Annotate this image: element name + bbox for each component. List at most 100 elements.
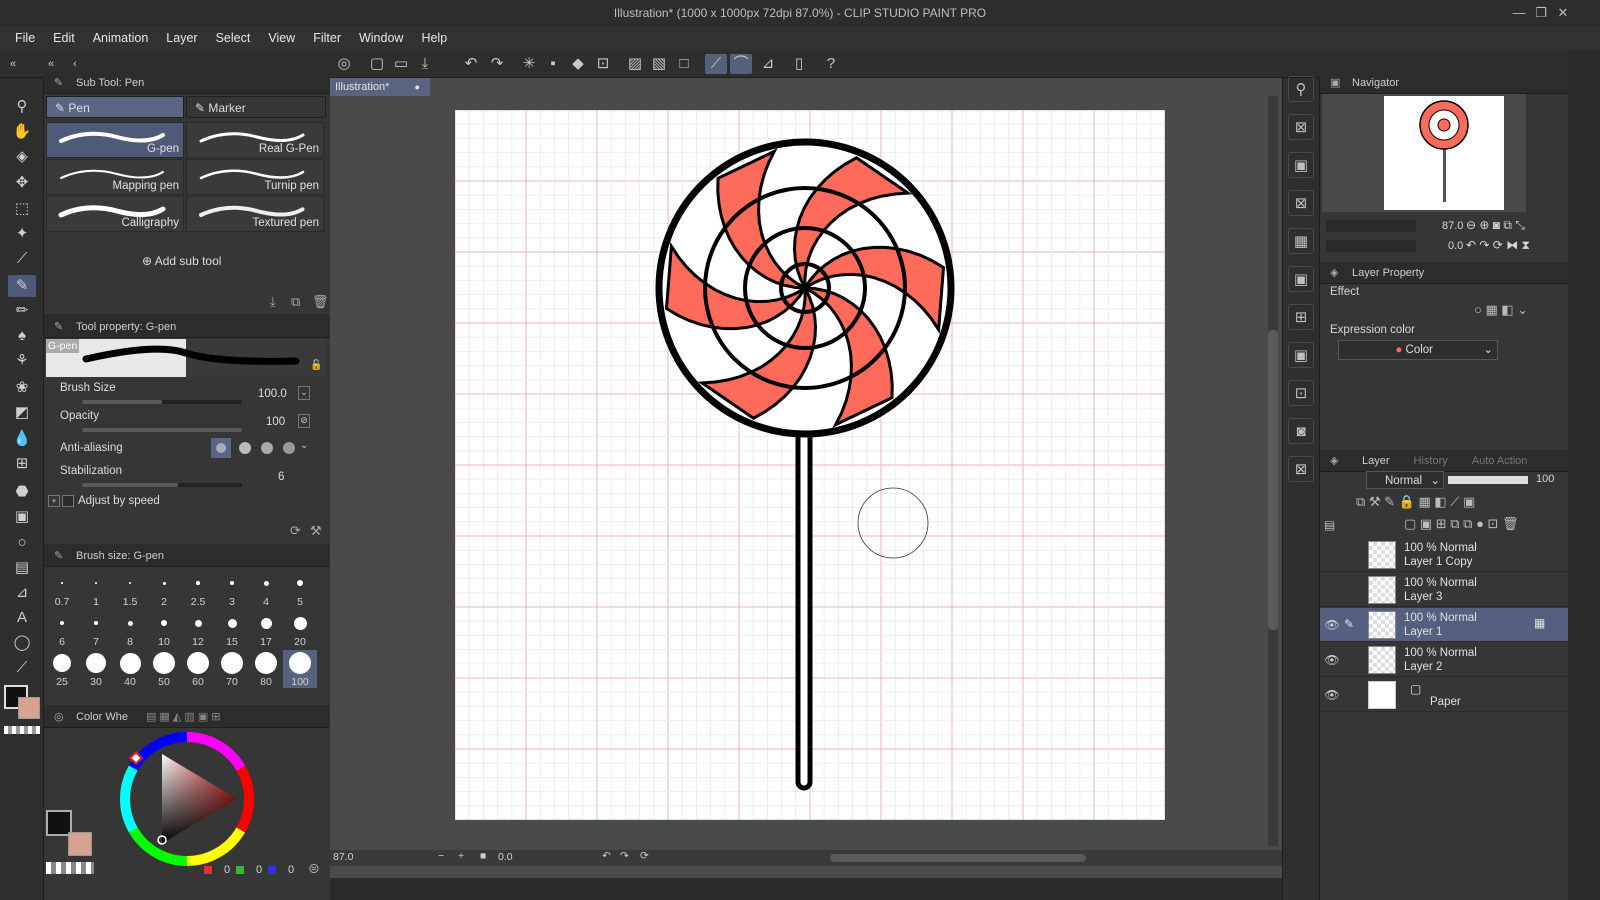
anti-aliasing-weak-option[interactable] (211, 438, 231, 458)
crop-icon[interactable]: ⊡ (592, 54, 614, 74)
blend-tool-icon[interactable]: 💧 (8, 428, 36, 450)
reset-rotation-icon[interactable]: ⟳ (640, 850, 649, 862)
navigator-angle-value[interactable]: 0.0 (1448, 240, 1463, 252)
brush-g-pen[interactable]: G-pen (46, 122, 184, 158)
frame-tool-icon[interactable]: ▤ (8, 557, 36, 579)
fit-icon[interactable]: ■ (480, 850, 486, 862)
zoom-value[interactable]: 87.0 (333, 851, 353, 863)
lock-icon[interactable]: 🔓 (310, 360, 322, 371)
effect-icons[interactable]: ○ ▦ ◧ ⌄ (1474, 302, 1528, 318)
fill-icon[interactable]: ◆ (567, 54, 589, 74)
pen-tool-icon[interactable]: ✎ (8, 275, 36, 297)
layer-opacity-slider[interactable] (1448, 476, 1528, 484)
close-button[interactable]: ✕ (1552, 0, 1574, 26)
blend-mode-dropdown[interactable]: Normal ⌄ (1366, 471, 1444, 489)
brush-size-preset[interactable]: 17 (249, 610, 283, 648)
brush-size-slider[interactable] (82, 400, 242, 404)
trash-icon[interactable]: 🗑 (312, 294, 329, 310)
selection-icon[interactable]: ▨ (624, 54, 646, 74)
material-icon-5[interactable]: ▣ (1288, 266, 1314, 292)
sub-color-box[interactable] (68, 832, 92, 856)
brush-size-preset[interactable]: 60 (181, 650, 215, 688)
rotate-left-icon[interactable]: ↶ (602, 850, 611, 862)
device-icon[interactable]: ▯ (788, 54, 810, 74)
transparent-color-box[interactable] (46, 862, 94, 874)
anti-aliasing-strongest-option[interactable] (279, 438, 299, 458)
tab-layer[interactable]: Layer (1362, 455, 1390, 467)
brush-size-preset[interactable]: 4 (249, 570, 283, 608)
correct-line-tool-icon[interactable]: ⟋ (8, 657, 36, 679)
vertical-scroll-thumb[interactable] (1268, 330, 1278, 630)
move-tool-icon[interactable]: ✥ (8, 172, 36, 194)
add-sub-tool-button[interactable]: ⊕ Add sub tool (142, 254, 221, 270)
snap-ruler-icon[interactable]: ⟋ (705, 54, 727, 74)
layer-mask-icon[interactable]: ▦ (1534, 616, 1545, 630)
brush-size-preset[interactable]: 25 (45, 650, 79, 688)
redo-icon[interactable]: ↷ (486, 54, 508, 74)
menu-edit[interactable]: Edit (44, 26, 84, 50)
brush-size-preset[interactable]: 70 (215, 650, 249, 688)
brush-size-preset[interactable]: 7 (79, 610, 113, 648)
tab-pen[interactable]: ✎ Pen (46, 96, 184, 118)
material-icon-4[interactable]: ▦ (1288, 228, 1314, 254)
maximize-button[interactable]: ❐ (1530, 0, 1552, 26)
search-icon[interactable]: ⚲ (1288, 76, 1314, 102)
brush-size-preset[interactable]: 2 (147, 570, 181, 608)
layer-row[interactable]: 100 % Normal Layer 3 (1320, 573, 1568, 607)
layer-opacity-value[interactable]: 100 (1536, 473, 1554, 485)
brush-size-preset[interactable]: 5 (283, 570, 317, 608)
menu-file[interactable]: File (6, 26, 44, 50)
navigator-rotate-icons[interactable]: ↶ ↷ ⟳ ⧓ ⧗ (1466, 238, 1530, 253)
pencil-tool-icon[interactable]: ✏ (8, 300, 36, 322)
layer-list-icon[interactable]: ▤ (1324, 518, 1335, 532)
expression-color-dropdown[interactable]: ● Color ⌄ (1338, 340, 1498, 360)
save-icon[interactable]: ⤓ (414, 54, 436, 74)
brush-real-g-pen[interactable]: Real G-Pen (186, 122, 324, 158)
menu-filter[interactable]: Filter (304, 26, 350, 50)
chevron-left-icon[interactable]: ‹ (68, 54, 82, 74)
opacity-value[interactable]: 100 (266, 416, 285, 428)
rotate-right-icon[interactable]: ↷ (620, 850, 629, 862)
reset-icon[interactable]: ⟳ (290, 523, 301, 539)
deselect-icon[interactable]: □ (673, 54, 695, 74)
layer-row[interactable]: 100 % Normal Layer 1 Copy (1320, 538, 1568, 572)
menu-select[interactable]: Select (207, 26, 260, 50)
material-icon-2[interactable]: ▣ (1288, 152, 1314, 178)
menu-animation[interactable]: Animation (84, 26, 158, 50)
brush-size-preset[interactable]: 6 (45, 610, 79, 648)
figure-tool-icon[interactable]: ○ (8, 532, 36, 554)
brush-size-preset[interactable]: 3 (215, 570, 249, 608)
canvas-drawing[interactable] (455, 110, 1165, 820)
decoration-tool-icon[interactable]: ❀ (8, 377, 36, 399)
anti-aliasing-mid-option[interactable] (235, 438, 255, 458)
color-mode-icon[interactable]: ⊜ (308, 860, 320, 877)
navigator-zoom-slider[interactable] (1326, 220, 1416, 232)
brush-size-preset[interactable]: 8 (113, 610, 147, 648)
eyedropper-icon[interactable]: ⟋ (8, 248, 36, 270)
layer-action-icons[interactable]: ▢ ▣ ⊞ ⧉ ⧉ ● ⊡ 🗑 (1404, 516, 1519, 532)
brush-turnip-pen[interactable]: Turnip pen (186, 159, 324, 195)
gradient-tool-icon[interactable]: ▣ (8, 506, 36, 528)
brush-size-preset[interactable]: 100 (283, 650, 317, 688)
fill-tool-icon[interactable]: ⬣ (8, 481, 36, 503)
layer-row-paper[interactable]: 👁 ▢ Paper (1320, 678, 1568, 712)
selection-tool-icon[interactable]: ⬚ (8, 198, 36, 220)
material-icon-3[interactable]: ⊠ (1288, 190, 1314, 216)
import-icon[interactable]: ⤓ (270, 294, 276, 310)
material-icon-8[interactable]: ⊡ (1288, 380, 1314, 406)
menu-layer[interactable]: Layer (157, 26, 206, 50)
zoom-tool-icon[interactable]: ⚲ (8, 96, 36, 118)
brush-size-preset[interactable]: 2.5 (181, 570, 215, 608)
snap-grid-icon[interactable]: ⊿ (757, 54, 779, 74)
double-chevron-left-icon[interactable]: « (44, 54, 58, 74)
clear-icon[interactable]: ✳ (518, 54, 540, 74)
navigator-zoom-value[interactable]: 87.0 (1442, 220, 1463, 232)
undo-icon[interactable]: ↶ (460, 54, 482, 74)
stabilization-value[interactable]: 6 (278, 471, 284, 483)
brush-size-preset[interactable]: 50 (147, 650, 181, 688)
brush-size-preset[interactable]: 0.7 (45, 570, 79, 608)
brush-calligraphy[interactable]: Calligraphy (46, 196, 184, 232)
material-icon-7[interactable]: ▣ (1288, 342, 1314, 368)
horizontal-scroll-thumb[interactable] (830, 854, 1086, 862)
material-icon-10[interactable]: ⊠ (1288, 456, 1314, 482)
